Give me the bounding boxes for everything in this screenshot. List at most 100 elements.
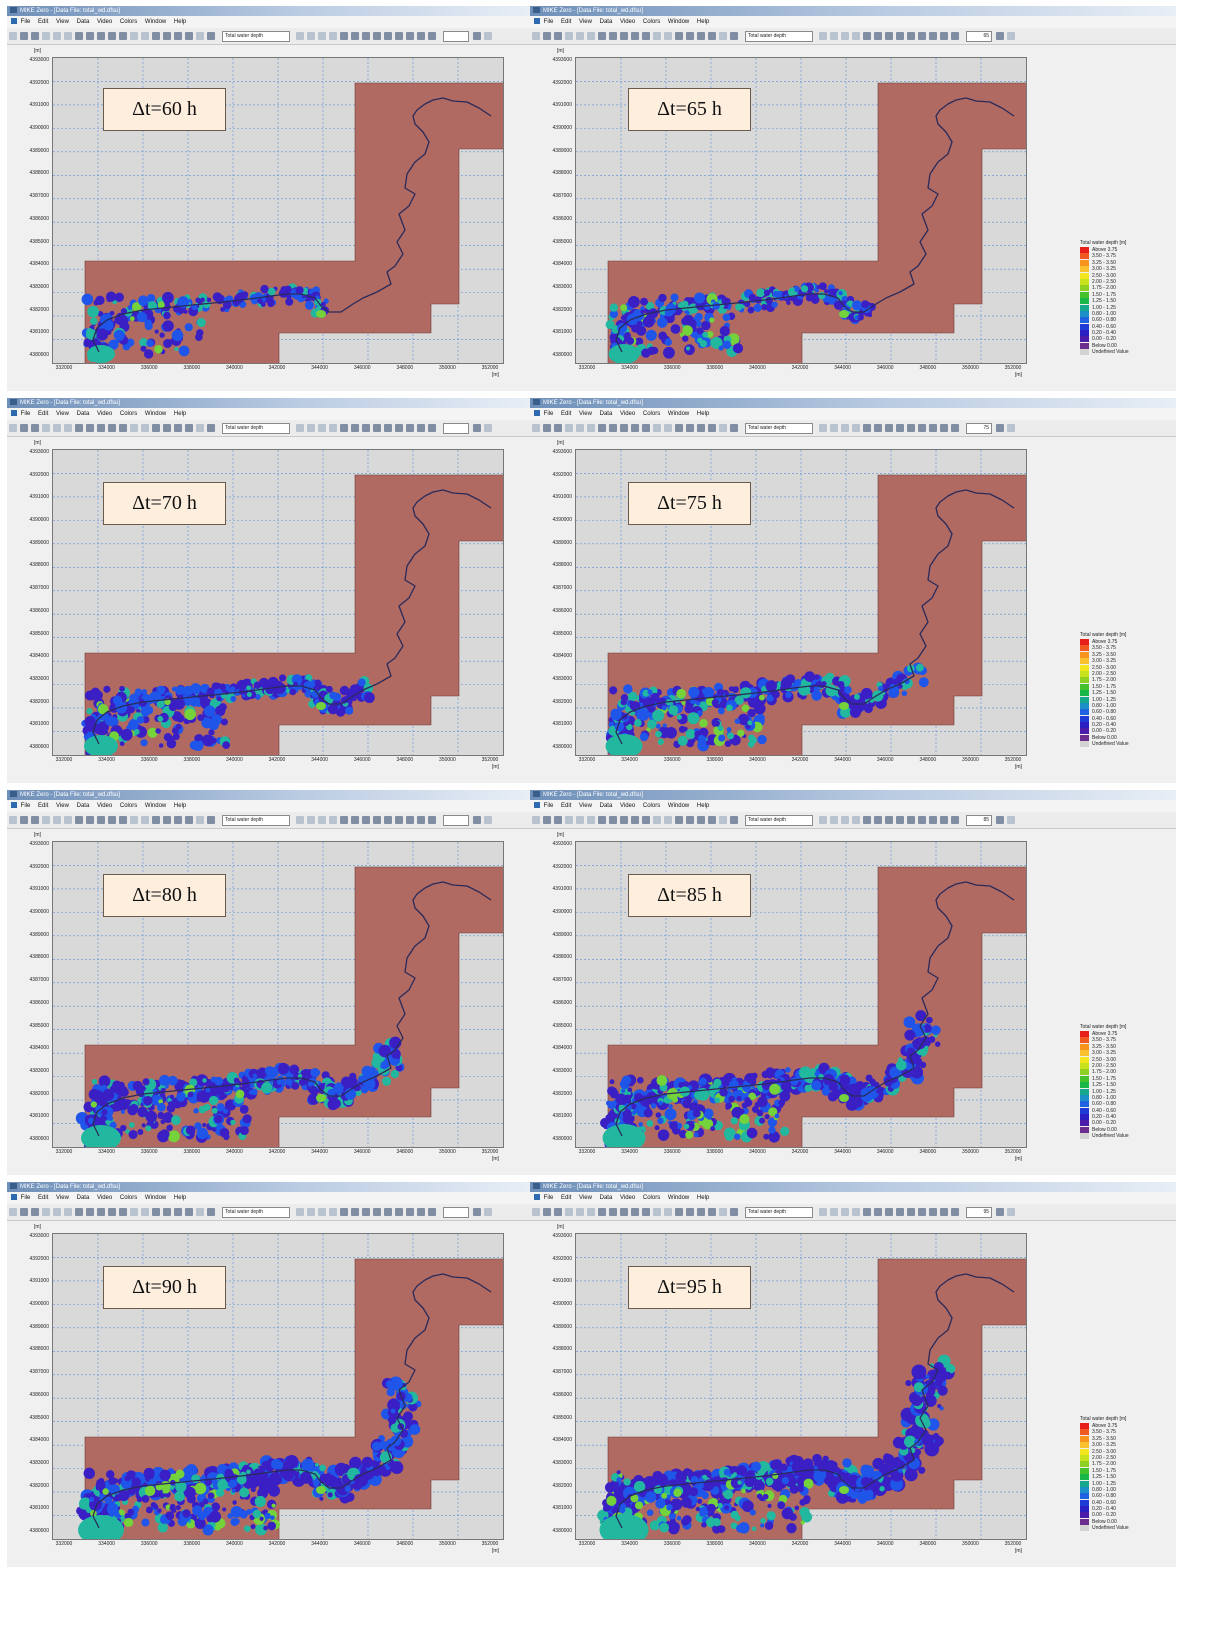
play-icon[interactable] — [395, 1208, 403, 1216]
filter-icon[interactable] — [362, 32, 370, 40]
help-icon[interactable] — [97, 424, 105, 432]
time-step-field[interactable] — [443, 815, 469, 826]
menu-view[interactable]: View — [56, 803, 69, 809]
grid-icon[interactable] — [163, 424, 171, 432]
time-step-icon[interactable] — [996, 32, 1004, 40]
open-file-icon[interactable] — [20, 32, 28, 40]
zoom-out-icon[interactable] — [642, 816, 650, 824]
menu-data[interactable]: Data — [77, 411, 90, 417]
zoom-extent-icon[interactable] — [675, 1208, 683, 1216]
grid-icon[interactable] — [163, 32, 171, 40]
menu-video[interactable]: Video — [97, 411, 112, 417]
help-icon[interactable] — [620, 816, 628, 824]
filter-icon[interactable] — [362, 816, 370, 824]
paste-icon[interactable] — [64, 32, 72, 40]
pan-icon[interactable] — [653, 32, 661, 40]
play-icon[interactable] — [918, 1208, 926, 1216]
menu-help[interactable]: Help — [697, 1195, 709, 1201]
menu-colors[interactable]: Colors — [643, 411, 660, 417]
layer-step-icon[interactable] — [852, 424, 860, 432]
new-file-icon[interactable] — [9, 816, 17, 824]
profile-icon[interactable] — [708, 1208, 716, 1216]
layer-down-icon[interactable] — [318, 816, 326, 824]
play-back-icon[interactable] — [373, 1208, 381, 1216]
layer-icon[interactable] — [296, 424, 304, 432]
help-icon[interactable] — [97, 1208, 105, 1216]
menu-view[interactable]: View — [56, 1195, 69, 1201]
menu-data[interactable]: Data — [77, 803, 90, 809]
next-step-icon[interactable] — [940, 32, 948, 40]
cut-icon[interactable] — [565, 32, 573, 40]
point-icon[interactable] — [207, 424, 215, 432]
play-back-icon[interactable] — [373, 424, 381, 432]
menu-video[interactable]: Video — [97, 803, 112, 809]
layer-up-icon[interactable] — [307, 32, 315, 40]
stop-icon[interactable] — [907, 1208, 915, 1216]
menu-edit[interactable]: Edit — [561, 19, 571, 25]
menu-window[interactable]: Window — [145, 1195, 166, 1201]
document-icon[interactable] — [11, 802, 17, 808]
paste-icon[interactable] — [587, 1208, 595, 1216]
filter-icon[interactable] — [885, 32, 893, 40]
time-step-field[interactable]: 75 — [966, 423, 992, 434]
menu-view[interactable]: View — [579, 1195, 592, 1201]
time-step-icon[interactable] — [473, 32, 481, 40]
print-icon[interactable] — [598, 1208, 606, 1216]
paste-icon[interactable] — [587, 816, 595, 824]
menu-window[interactable]: Window — [145, 19, 166, 25]
document-icon[interactable] — [534, 18, 540, 24]
layer-up-icon[interactable] — [307, 816, 315, 824]
print-icon[interactable] — [598, 816, 606, 824]
profile-icon[interactable] — [185, 816, 193, 824]
cut-icon[interactable] — [565, 424, 573, 432]
previous-view-icon[interactable] — [664, 424, 672, 432]
zoom-in-icon[interactable] — [631, 32, 639, 40]
paste-icon[interactable] — [64, 424, 72, 432]
menu-file[interactable]: File — [21, 411, 31, 417]
filter-forward-icon[interactable] — [406, 1208, 414, 1216]
edit-icon[interactable] — [719, 1208, 727, 1216]
open-file-icon[interactable] — [543, 32, 551, 40]
close-view-icon[interactable] — [1007, 424, 1015, 432]
properties-icon[interactable] — [86, 32, 94, 40]
grid-icon[interactable] — [686, 424, 694, 432]
copy-icon[interactable] — [576, 424, 584, 432]
time-step-icon[interactable] — [473, 816, 481, 824]
zoom-extent-icon[interactable] — [675, 424, 683, 432]
paste-icon[interactable] — [587, 424, 595, 432]
menu-file[interactable]: File — [21, 1195, 31, 1201]
zoom-in-icon[interactable] — [108, 1208, 116, 1216]
zoom-out-icon[interactable] — [642, 424, 650, 432]
previous-view-icon[interactable] — [141, 1208, 149, 1216]
time-step-field[interactable] — [443, 423, 469, 434]
item-select[interactable]: Total water depth — [745, 31, 813, 42]
grid-icon[interactable] — [686, 32, 694, 40]
open-file-icon[interactable] — [543, 1208, 551, 1216]
properties-icon[interactable] — [609, 816, 617, 824]
layer-up-icon[interactable] — [307, 1208, 315, 1216]
next-step-icon[interactable] — [417, 816, 425, 824]
pan-icon[interactable] — [653, 816, 661, 824]
open-file-icon[interactable] — [543, 816, 551, 824]
layer-up-icon[interactable] — [830, 1208, 838, 1216]
document-icon[interactable] — [534, 802, 540, 808]
menu-video[interactable]: Video — [620, 803, 635, 809]
item-select[interactable]: Total water depth — [745, 1207, 813, 1218]
item-select[interactable]: Total water depth — [745, 423, 813, 434]
menu-help[interactable]: Help — [174, 1195, 186, 1201]
edit-icon[interactable] — [196, 32, 204, 40]
point-icon[interactable] — [207, 32, 215, 40]
last-step-icon[interactable] — [951, 816, 959, 824]
time-step-field[interactable]: 85 — [966, 815, 992, 826]
previous-view-icon[interactable] — [664, 816, 672, 824]
first-step-icon[interactable] — [340, 32, 348, 40]
next-step-icon[interactable] — [417, 32, 425, 40]
next-step-icon[interactable] — [940, 1208, 948, 1216]
layer-icon[interactable] — [296, 32, 304, 40]
menu-video[interactable]: Video — [97, 19, 112, 25]
item-select[interactable]: Total water depth — [222, 423, 290, 434]
edit-icon[interactable] — [196, 816, 204, 824]
save-icon[interactable] — [31, 816, 39, 824]
next-step-icon[interactable] — [417, 424, 425, 432]
cut-icon[interactable] — [565, 1208, 573, 1216]
